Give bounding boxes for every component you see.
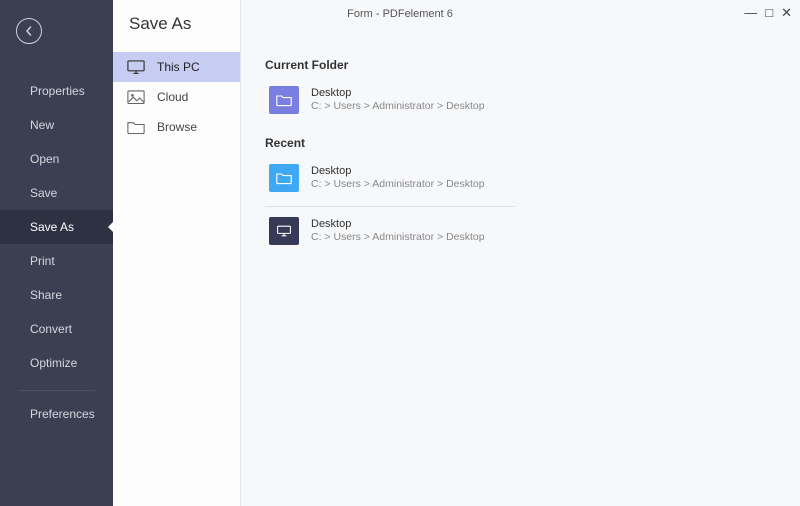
nav-save[interactable]: Save	[0, 176, 113, 210]
recent-entry[interactable]: Desktop C: > Users > Administrator > Des…	[265, 211, 776, 251]
nav-optimize[interactable]: Optimize	[0, 346, 113, 380]
nav-open[interactable]: Open	[0, 142, 113, 176]
entry-text: Desktop C: > Users > Administrator > Des…	[311, 217, 485, 245]
recent-separator	[265, 206, 515, 207]
nav-properties[interactable]: Properties	[0, 74, 113, 108]
entry-name: Desktop	[311, 86, 485, 100]
location-cloud[interactable]: Cloud	[113, 82, 240, 112]
location-label: This PC	[157, 60, 200, 74]
minimize-button[interactable]: —	[744, 6, 757, 19]
file-menu-sidebar: Properties New Open Save Save As Print S…	[0, 0, 113, 506]
nav-preferences[interactable]: Preferences	[0, 397, 113, 431]
file-menu-nav: Properties New Open Save Save As Print S…	[0, 74, 113, 431]
location-label: Browse	[157, 120, 197, 134]
current-folder-entry[interactable]: Desktop C: > Users > Administrator > Des…	[265, 80, 776, 120]
entry-text: Desktop C: > Users > Administrator > Des…	[311, 86, 485, 114]
locations-column: Save As This PC Cloud Browse	[113, 0, 241, 506]
location-label: Cloud	[157, 90, 188, 104]
entry-text: Desktop C: > Users > Administrator > Des…	[311, 164, 485, 192]
nav-print[interactable]: Print	[0, 244, 113, 278]
folder-icon	[127, 120, 145, 134]
nav-convert[interactable]: Convert	[0, 312, 113, 346]
monitor-icon	[127, 60, 145, 74]
entry-path: C: > Users > Administrator > Desktop	[311, 100, 485, 114]
nav-new[interactable]: New	[0, 108, 113, 142]
entry-name: Desktop	[311, 217, 485, 231]
nav-save-as[interactable]: Save As	[0, 210, 113, 244]
location-this-pc[interactable]: This PC	[113, 52, 240, 82]
maximize-button[interactable]: □	[765, 6, 773, 19]
nav-separator	[18, 390, 95, 391]
monitor-icon	[269, 217, 299, 245]
close-button[interactable]: ✕	[781, 6, 792, 19]
location-browse[interactable]: Browse	[113, 112, 240, 142]
recent-entry[interactable]: Desktop C: > Users > Administrator > Des…	[265, 158, 776, 198]
picture-icon	[127, 90, 145, 104]
title-bar: Form - PDFelement 6 — □ ✕	[0, 0, 800, 28]
entry-path: C: > Users > Administrator > Desktop	[311, 178, 485, 192]
nav-share[interactable]: Share	[0, 278, 113, 312]
entry-path: C: > Users > Administrator > Desktop	[311, 231, 485, 245]
folder-icon	[269, 164, 299, 192]
current-folder-heading: Current Folder	[265, 58, 776, 72]
locations-list: This PC Cloud Browse	[113, 52, 240, 142]
folder-icon	[269, 86, 299, 114]
main-content: Current Folder Desktop C: > Users > Admi…	[241, 0, 800, 506]
recent-heading: Recent	[265, 136, 776, 150]
window-title: Form - PDFelement 6	[347, 8, 453, 20]
entry-name: Desktop	[311, 164, 485, 178]
window-controls: — □ ✕	[744, 6, 792, 19]
